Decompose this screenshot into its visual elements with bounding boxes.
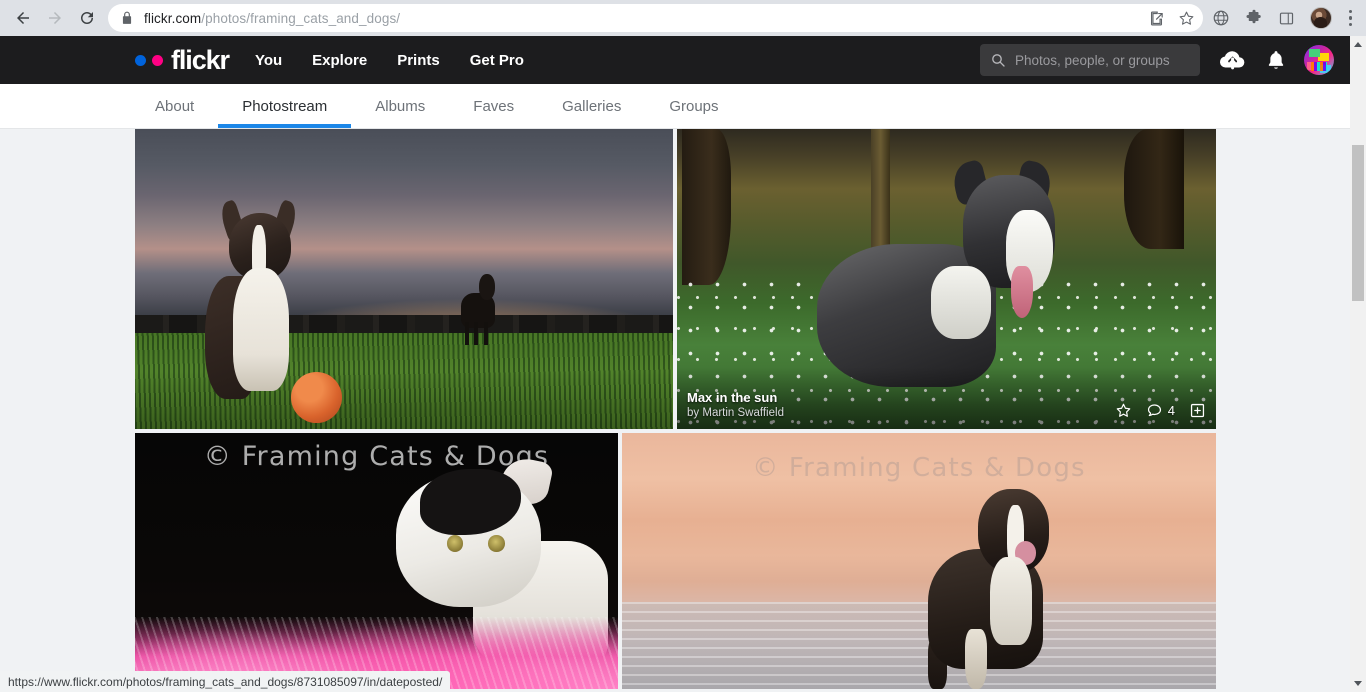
browser-toolbar: flickr.com/photos/framing_cats_and_dogs/ [0, 0, 1366, 36]
back-arrow-icon [17, 12, 29, 24]
tab-faves-label: Faves [473, 97, 515, 115]
photo-stats: 4 [1115, 402, 1206, 421]
comment-count[interactable]: 4 [1146, 402, 1175, 419]
tab-groups-label: Groups [669, 97, 719, 115]
scroll-down-arrow[interactable] [1350, 675, 1366, 692]
forward-arrow-icon [49, 12, 61, 24]
fave-button[interactable] [1115, 402, 1132, 419]
search-box[interactable] [980, 44, 1200, 76]
back-button[interactable] [8, 3, 38, 33]
tab-albums-label: Albums [375, 97, 426, 115]
photo-author-name: Martin Swaffield [702, 407, 784, 420]
chrome-profile-avatar[interactable] [1309, 7, 1332, 29]
tab-faves[interactable]: Faves [449, 84, 538, 128]
profile-tabbar: About Photostream Albums Faves Galleries… [0, 84, 1350, 129]
photo-title[interactable]: Max in the sun [687, 390, 784, 406]
add-to-album-button[interactable] [1189, 402, 1206, 419]
nav-item-prints[interactable]: Prints [397, 52, 440, 69]
photo-author-prefix: by [687, 407, 700, 420]
add-to-album-icon [1190, 403, 1205, 418]
cloud-upload-icon[interactable] [1218, 48, 1248, 72]
status-bar-link-preview: https://www.flickr.com/photos/framing_ca… [0, 671, 451, 692]
tab-albums[interactable]: Albums [351, 84, 449, 128]
flickr-header: flickr You Explore Prints Get Pro [0, 36, 1350, 84]
photo-row: Max in the sun by Martin Swaffield 4 [135, 129, 1350, 429]
url-text: flickr.com/photos/framing_cats_and_dogs/ [144, 11, 400, 26]
forward-button[interactable] [40, 3, 70, 33]
chrome-menu-icon[interactable] [1345, 9, 1357, 27]
scroll-up-arrow[interactable] [1350, 36, 1366, 53]
browser-nav-buttons [0, 3, 102, 33]
nav-item-you[interactable]: You [255, 52, 282, 69]
search-input[interactable] [1015, 52, 1190, 68]
tab-groups[interactable]: Groups [645, 84, 742, 128]
scrollbar-thumb[interactable] [1352, 145, 1364, 301]
tab-about-label: About [155, 97, 195, 115]
photostream-grid: Max in the sun by Martin Swaffield 4 © F… [0, 129, 1350, 689]
photo-decoration-ball [291, 372, 343, 423]
photo-author[interactable]: by Martin Swaffield [687, 406, 784, 421]
photo-meta: Max in the sun by Martin Swaffield [687, 390, 784, 421]
photo-item-kitten-boa[interactable]: © Framing Cats & Dogs [135, 433, 618, 689]
tab-galleries[interactable]: Galleries [538, 84, 645, 128]
reload-icon [81, 12, 93, 24]
photo-row: © Framing Cats & Dogs © Framing Cats & D… [135, 433, 1350, 689]
photo-item-beach-collie[interactable]: © Framing Cats & Dogs [622, 433, 1216, 689]
photo-decoration-cat-eye-right [488, 535, 505, 553]
photo-item-sunset-collie[interactable] [135, 129, 673, 429]
user-avatar[interactable] [1304, 45, 1334, 75]
photo-decoration-dog [817, 159, 1065, 387]
lock-icon [122, 11, 132, 24]
comment-count-value: 4 [1167, 403, 1175, 418]
photo-decoration-trunk-right [1124, 129, 1184, 249]
search-icon [992, 54, 1005, 67]
tab-photostream[interactable]: Photostream [218, 84, 352, 128]
globe-icon[interactable] [1211, 8, 1231, 28]
nav-item-get-pro[interactable]: Get Pro [470, 52, 524, 69]
photo-item-max-in-the-sun[interactable]: Max in the sun by Martin Swaffield 4 [677, 129, 1216, 429]
url-host: flickr.com [144, 10, 202, 26]
photo-watermark: © Framing Cats & Dogs [752, 453, 1086, 484]
browser-action-icons [1211, 7, 1366, 29]
star-outline-icon [1116, 403, 1131, 417]
page-viewport: flickr You Explore Prints Get Pro Photos… [0, 36, 1350, 692]
flickr-main-nav: You Explore Prints Get Pro [255, 52, 524, 69]
side-panel-icon[interactable] [1277, 8, 1297, 28]
flickr-logo[interactable]: flickr [135, 44, 230, 75]
share-icon[interactable] [1147, 8, 1167, 28]
tab-photostream-label: Photostream [242, 97, 328, 115]
bell-icon[interactable] [1266, 49, 1286, 71]
bookmark-star-icon[interactable] [1177, 8, 1197, 28]
comment-bubble-icon [1147, 404, 1161, 417]
photo-decoration-trunk-left [682, 129, 731, 285]
omnibox-actions [1147, 4, 1197, 32]
tab-galleries-label: Galleries [562, 97, 622, 115]
reload-button[interactable] [72, 3, 102, 33]
flickr-header-actions [980, 44, 1334, 76]
address-bar[interactable]: flickr.com/photos/framing_cats_and_dogs/ [108, 4, 1203, 32]
logo-dot-pink [152, 54, 163, 66]
logo-dot-blue [135, 54, 146, 66]
nav-item-explore[interactable]: Explore [312, 52, 367, 69]
extensions-puzzle-icon[interactable] [1244, 8, 1264, 28]
flickr-logo-text: flickr [171, 44, 230, 75]
vertical-scrollbar[interactable] [1350, 36, 1366, 692]
url-path: /photos/framing_cats_and_dogs/ [201, 10, 401, 26]
tab-about[interactable]: About [135, 84, 218, 128]
photo-decoration-dog [919, 489, 1073, 689]
photo-overlay: Max in the sun by Martin Swaffield 4 [677, 367, 1216, 429]
photo-decoration-far-dog [458, 273, 498, 345]
